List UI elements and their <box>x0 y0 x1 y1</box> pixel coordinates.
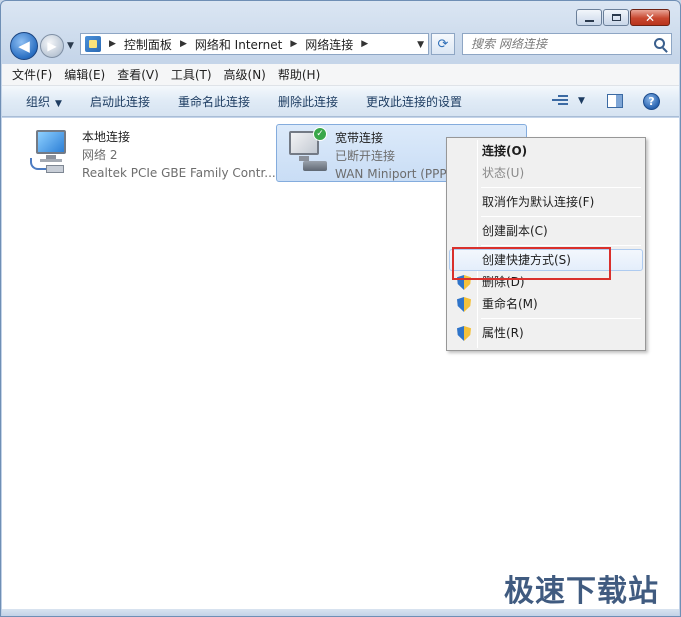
ctx-properties[interactable]: 属性(R) <box>449 322 643 344</box>
ctx-connect[interactable]: 连接(O) <box>449 140 643 162</box>
connection-status: 已断开连接 <box>335 149 396 163</box>
organize-button[interactable]: 组织 ▼ <box>26 93 62 110</box>
rename-connection-button[interactable]: 重命名此连接 <box>178 93 250 110</box>
network-adapter-icon <box>28 128 76 176</box>
command-bar: 组织 ▼ 启动此连接 重命名此连接 删除此连接 更改此连接的设置 ▼ ? <box>2 86 679 117</box>
start-connection-button[interactable]: 启动此连接 <box>90 93 150 110</box>
view-dropdown-icon[interactable]: ▼ <box>578 96 585 106</box>
annotation-highlight-box <box>452 247 611 280</box>
context-menu: 连接(O) 状态(U) 取消作为默认连接(F) 创建副本(C) 创建快捷方式(S… <box>446 137 646 351</box>
connection-item-local[interactable]: 本地连接 网络 2 Realtek PCIe GBE Family Contr.… <box>24 124 282 186</box>
ctx-create-copy[interactable]: 创建副本(C) <box>449 220 643 242</box>
breadcrumb-network-connections[interactable]: 网络连接 <box>305 36 353 53</box>
history-dropdown-icon[interactable]: ▼ <box>67 41 74 51</box>
refresh-button[interactable]: ⟳ <box>431 33 455 55</box>
search-input[interactable] <box>471 37 651 51</box>
search-icon[interactable] <box>654 38 665 49</box>
connection-status: 网络 2 <box>82 148 118 162</box>
maximize-icon <box>611 14 621 21</box>
maximize-button[interactable] <box>603 9 629 26</box>
ctx-label: 连接(O) <box>482 144 528 158</box>
close-icon: ✕ <box>644 10 656 25</box>
ctx-label: 取消作为默认连接(F) <box>482 195 595 209</box>
ctx-label: 创建副本(C) <box>482 224 548 238</box>
menu-separator <box>481 245 641 246</box>
arrow-right-icon: ▶ <box>47 39 57 53</box>
menu-view[interactable]: 查看(V) <box>117 66 159 83</box>
chevron-right-icon[interactable]: ▶ <box>109 39 116 49</box>
watermark-logo: 极速下载站 <box>504 574 659 609</box>
checkmark-icon: ✓ <box>313 127 327 141</box>
menu-tools[interactable]: 工具(T) <box>171 66 212 83</box>
menu-edit[interactable]: 编辑(E) <box>64 66 105 83</box>
caption-buttons: ✕ <box>575 9 670 26</box>
menu-bar: 文件(F) 编辑(E) 查看(V) 工具(T) 高级(N) 帮助(H) <box>2 64 679 86</box>
ctx-label: 重命名(M) <box>482 297 538 311</box>
delete-connection-button[interactable]: 删除此连接 <box>278 93 338 110</box>
refresh-icon: ⟳ <box>437 36 449 52</box>
close-button[interactable]: ✕ <box>630 9 670 26</box>
address-dropdown-icon[interactable]: ▼ <box>417 40 424 50</box>
connection-name: 本地连接 <box>82 130 131 144</box>
ctx-status: 状态(U) <box>449 162 643 184</box>
control-panel-icon <box>85 36 101 52</box>
connection-name: 宽带连接 <box>335 131 384 145</box>
menu-separator <box>481 216 641 217</box>
minimize-button[interactable] <box>576 9 602 26</box>
menu-separator <box>481 318 641 319</box>
search-box[interactable] <box>462 33 672 55</box>
menu-help[interactable]: 帮助(H) <box>278 66 320 83</box>
change-settings-button[interactable]: 更改此连接的设置 <box>366 93 462 110</box>
address-bar[interactable]: ▶ 控制面板 ▶ 网络和 Internet ▶ 网络连接 ▶ ▼ <box>80 33 429 55</box>
ctx-cancel-default[interactable]: 取消作为默认连接(F) <box>449 191 643 213</box>
help-icon[interactable]: ? <box>643 93 660 110</box>
ctx-label: 状态(U) <box>482 166 525 180</box>
chevron-down-icon: ▼ <box>55 98 62 109</box>
ctx-rename[interactable]: 重命名(M) <box>449 293 643 315</box>
preview-pane-icon[interactable] <box>607 94 623 108</box>
menu-separator <box>481 187 641 188</box>
chevron-right-icon[interactable]: ▶ <box>290 39 297 49</box>
connection-device: WAN Miniport (PPP <box>335 167 447 181</box>
menu-file[interactable]: 文件(F) <box>12 66 52 83</box>
organize-label: 组织 <box>26 94 51 109</box>
shield-icon <box>457 326 471 341</box>
explorer-window: ✕ ◀ ▶ ▼ ▶ 控制面板 ▶ 网络和 Internet ▶ 网络连接 ▶ ▼… <box>0 0 681 617</box>
broadband-connection-icon: ✓ <box>281 127 329 177</box>
breadcrumb-control-panel[interactable]: 控制面板 <box>124 36 172 53</box>
view-options-icon[interactable] <box>552 95 568 108</box>
chevron-right-icon[interactable]: ▶ <box>180 39 187 49</box>
arrow-left-icon: ◀ <box>18 37 30 55</box>
minimize-icon <box>584 19 594 22</box>
breadcrumb-network-internet[interactable]: 网络和 Internet <box>195 36 282 53</box>
ctx-label: 属性(R) <box>482 326 524 340</box>
status-bar <box>2 609 679 616</box>
chevron-right-icon[interactable]: ▶ <box>361 39 368 49</box>
menu-advanced[interactable]: 高级(N) <box>224 66 266 83</box>
nav-buttons: ◀ ▶ ▼ <box>10 32 74 60</box>
back-button[interactable]: ◀ <box>10 32 38 60</box>
forward-button[interactable]: ▶ <box>40 34 64 58</box>
connection-device: Realtek PCIe GBE Family Contr... <box>82 166 276 180</box>
shield-icon <box>457 297 471 312</box>
